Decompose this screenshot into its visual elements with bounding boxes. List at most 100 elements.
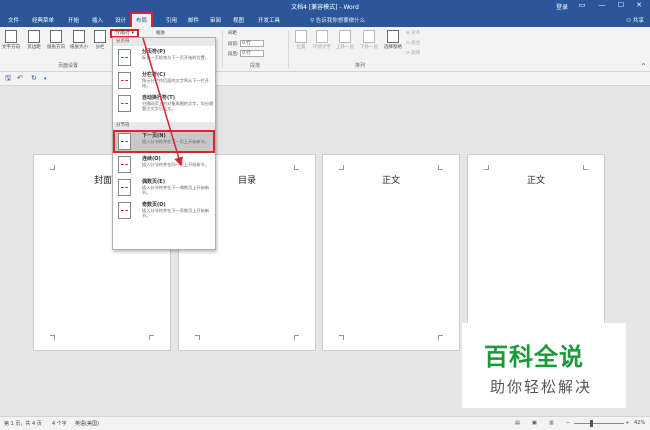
menu-item-title: 分栏符(C) xyxy=(142,72,166,78)
zoom-slider-thumb[interactable] xyxy=(590,420,593,427)
group-label: 组合 xyxy=(411,41,421,46)
size-button[interactable]: 纸张大小 xyxy=(70,30,88,50)
spacing-label: 间距 xyxy=(228,31,237,36)
tab-review[interactable]: 审阅 xyxy=(210,16,221,24)
menu-item-text-wrapping[interactable]: 自动换行符(T) 分隔网页上的对象周围的文字，如分隔题注文字与正文。 xyxy=(113,92,215,122)
word-count[interactable]: 4 个字 xyxy=(52,420,67,427)
print-layout-icon[interactable]: ▣ xyxy=(532,420,537,426)
menu-item-continuous[interactable]: 连续(O) 插入分节符并在同一页上开始新节。 xyxy=(113,153,215,176)
group-divider xyxy=(288,30,289,68)
menu-item-page-break[interactable]: 分页符(P) 标记一页结束与下一页开始的位置。 xyxy=(113,46,215,69)
group-button[interactable]: ⊡ 组合 xyxy=(406,40,420,46)
text-direction-button[interactable]: 文字方向 xyxy=(2,30,20,50)
selection-pane-label: 选择窗格 xyxy=(384,45,402,50)
send-backward-label: 下移一层 xyxy=(360,45,378,50)
login-link[interactable]: 登录 xyxy=(556,2,568,11)
group-divider xyxy=(222,30,223,68)
tab-design[interactable]: 设计 xyxy=(115,16,126,24)
space-after-label: 段后: xyxy=(228,52,239,57)
tab-layout[interactable]: 布局 xyxy=(129,12,154,29)
page-text: 正文 xyxy=(381,176,400,186)
bring-forward-button[interactable]: 上移一层 xyxy=(334,30,356,50)
language-indicator[interactable]: 英语(美国) xyxy=(75,420,99,427)
zoom-out-icon[interactable]: − xyxy=(566,420,570,426)
qat-more-icon[interactable]: ▾ xyxy=(44,76,47,82)
undo-icon[interactable]: ↶ xyxy=(17,74,23,82)
margin-corner xyxy=(294,335,299,340)
margins-label: 页边距 xyxy=(27,45,41,50)
tab-classic-menu[interactable]: 经典菜单 xyxy=(32,16,54,24)
ribbon-tabs: 文件 经典菜单 开始 插入 设计 布局 引用 邮件 审阅 视图 开发工具 ⚲ 告… xyxy=(0,12,650,29)
send-backward-button[interactable]: 下移一层 xyxy=(358,30,380,50)
space-after-field[interactable]: 段后: 0 行 xyxy=(228,50,264,57)
arrange-group-label: 排列 xyxy=(355,63,366,69)
tab-view[interactable]: 视图 xyxy=(233,16,244,24)
menu-item-title: 连续(O) xyxy=(142,156,161,162)
maximize-icon[interactable]: ☐ xyxy=(613,1,629,9)
page-3[interactable]: 正文 xyxy=(322,154,460,351)
wrap-text-label: 环绕文字 xyxy=(313,45,331,50)
margins-button[interactable]: 页边距 xyxy=(25,30,43,50)
menu-item-even-page[interactable]: 偶数页(E) 插入分节符并在下一偶数页上开始新节。 xyxy=(113,176,215,199)
position-icon xyxy=(295,30,307,43)
margin-corner xyxy=(50,165,55,170)
columns-label: 分栏 xyxy=(95,45,105,50)
zoom-level[interactable]: 42% xyxy=(634,420,645,426)
tab-home[interactable]: 开始 xyxy=(68,16,79,24)
menu-item-column-break[interactable]: 分栏符(C) 指示分栏符后面的文字将从下一栏开始。 xyxy=(113,69,215,92)
tab-insert[interactable]: 插入 xyxy=(92,16,103,24)
chevron-down-icon: ▾ xyxy=(130,30,135,36)
page-4[interactable]: 正文 xyxy=(467,154,605,351)
ribbon-panel: 文字方向 页边距 纸张方向 纸张大小 分栏 分隔符 ▾ 页面设置 缩进 间距 段… xyxy=(0,27,650,72)
space-before-field[interactable]: 段前: 0 行 xyxy=(228,40,264,47)
rotate-button[interactable]: ⟳ 旋转 xyxy=(406,50,420,56)
share-button[interactable]: ⚇ 共享 xyxy=(626,16,644,24)
menu-item-title: 偶数页(E) xyxy=(142,179,165,185)
menu-item-next-page[interactable]: 下一页(N) 插入分节符并在下一页上开始新节。 xyxy=(113,130,215,153)
wrap-text-button[interactable]: 环绕文字 xyxy=(311,30,333,50)
save-icon[interactable]: 🖫 xyxy=(5,74,11,85)
position-label: 位置 xyxy=(296,45,306,50)
paper-size-icon xyxy=(73,30,85,43)
margin-corner xyxy=(50,335,55,340)
zoom-in-icon[interactable]: + xyxy=(625,420,629,426)
margin-corner xyxy=(583,165,588,170)
margin-corner xyxy=(195,335,200,340)
columns-button[interactable]: 分栏 xyxy=(91,30,109,50)
ribbon-display-icon[interactable]: ▭ xyxy=(574,1,590,9)
collapse-ribbon-icon[interactable]: ^ xyxy=(641,63,646,70)
close-icon[interactable]: ✕ xyxy=(631,1,647,9)
share-label: 共享 xyxy=(632,18,644,24)
read-mode-icon[interactable]: ▤ xyxy=(515,420,520,426)
page-count[interactable]: 第 1 页，共 4 页 xyxy=(4,420,42,427)
selection-pane-icon xyxy=(387,30,399,43)
align-button[interactable]: ⊟ 对齐 xyxy=(406,30,420,36)
orientation-button[interactable]: 纸张方向 xyxy=(47,30,65,50)
watermark-subtitle: 助你轻松解决 xyxy=(490,378,593,396)
menu-item-odd-page[interactable]: 奇数页(D) 插入分节符并在下一奇数页上开始新节。 xyxy=(113,199,215,222)
redo-icon[interactable]: ↻ xyxy=(31,74,37,82)
position-button[interactable]: 位置 xyxy=(292,30,310,50)
tab-file[interactable]: 文件 xyxy=(8,16,19,24)
menu-item-title: 下一页(N) xyxy=(142,133,166,139)
zoom-slider[interactable] xyxy=(574,423,624,424)
tell-me-search[interactable]: ⚲ 告诉我你想要做什么 xyxy=(310,16,365,24)
next-page-icon xyxy=(118,133,131,150)
selection-pane-button[interactable]: 选择窗格 xyxy=(382,30,404,50)
text-wrapping-icon xyxy=(118,95,131,112)
tab-mailings[interactable]: 邮件 xyxy=(188,16,199,24)
send-backward-icon xyxy=(363,30,375,43)
menu-item-desc: 分隔网页上的对象周围的文字，如分隔题注文字与正文。 xyxy=(142,101,214,111)
tab-developer[interactable]: 开发工具 xyxy=(258,16,280,24)
section-breaks-section: 分节符 xyxy=(113,122,215,130)
title-bar: 文档4 [兼容模式] - Word 登录 ▭ — ☐ ✕ xyxy=(0,0,650,13)
margin-corner xyxy=(294,165,299,170)
space-before-input[interactable]: 0 行 xyxy=(239,40,264,47)
menu-item-title: 奇数页(D) xyxy=(142,202,166,208)
web-layout-icon[interactable]: ▥ xyxy=(549,420,554,426)
margin-corner xyxy=(339,335,344,340)
tell-me-text: 告诉我你想要做什么 xyxy=(315,18,366,24)
minimize-icon[interactable]: — xyxy=(594,1,610,9)
space-after-input[interactable]: 0 行 xyxy=(239,50,264,57)
tab-references[interactable]: 引用 xyxy=(166,16,177,24)
